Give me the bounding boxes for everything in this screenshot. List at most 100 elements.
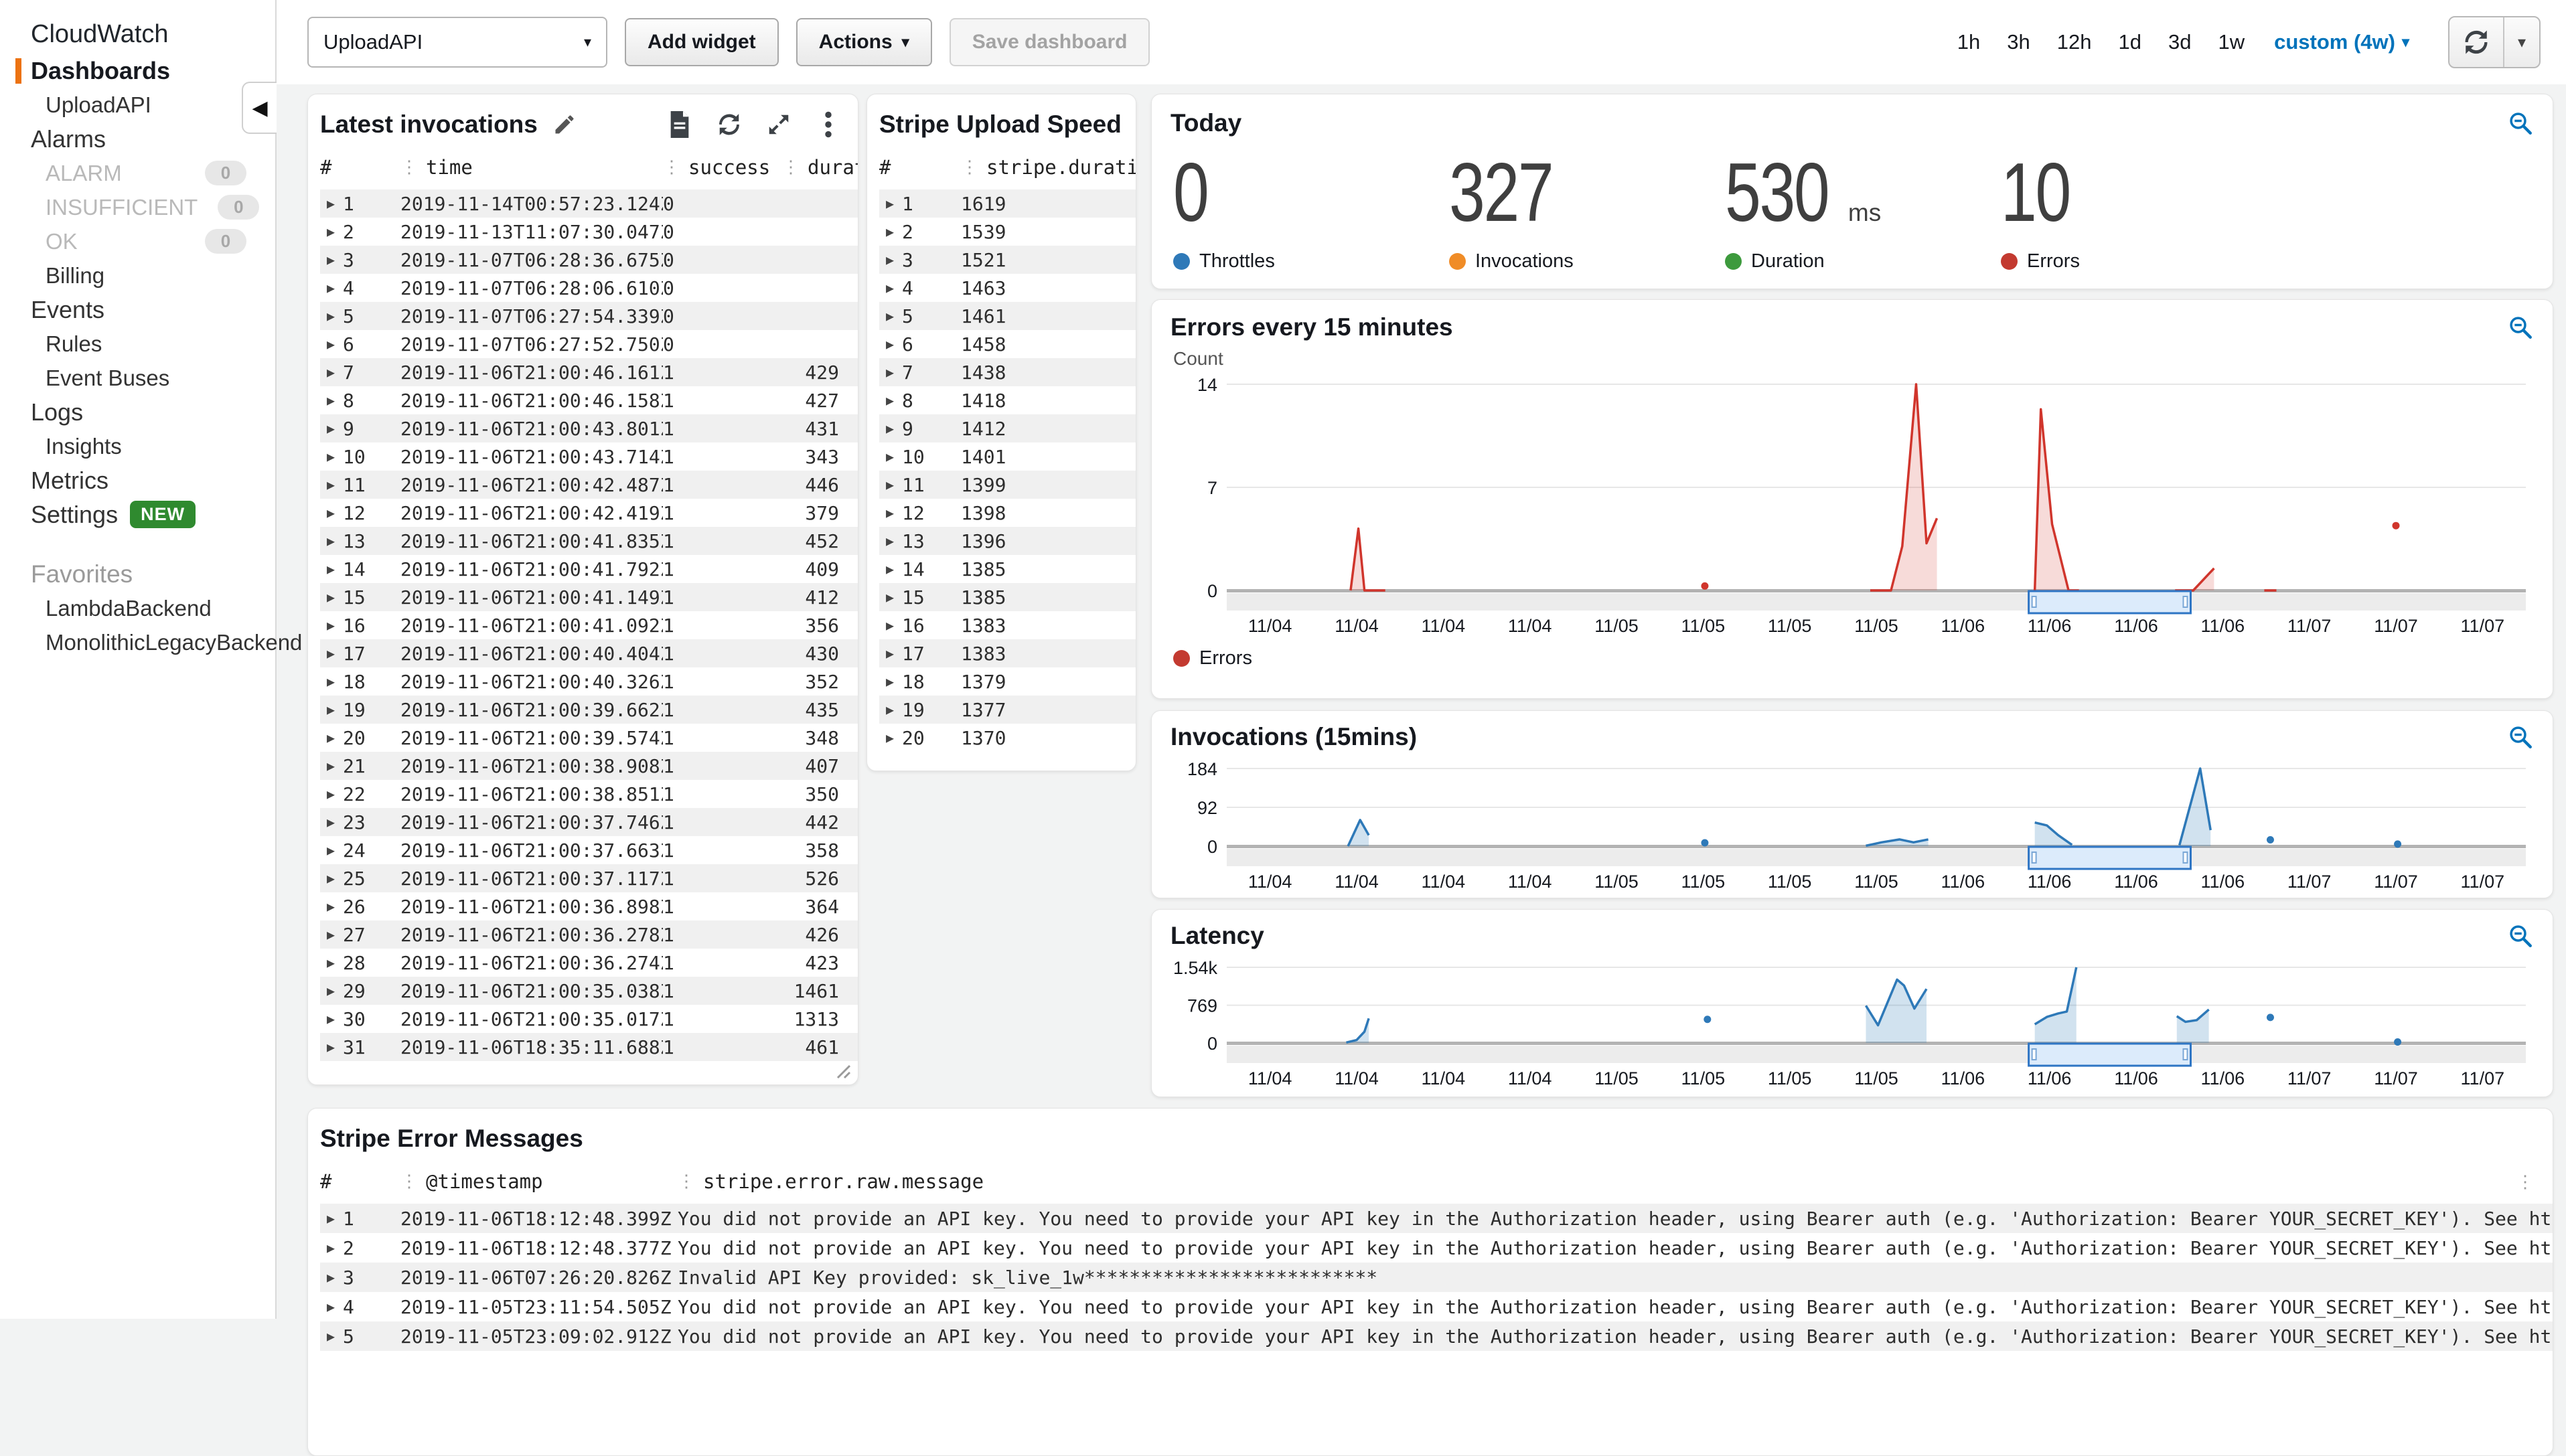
time-brush[interactable] (2028, 1042, 2192, 1067)
row-expand-icon[interactable]: ▶ (886, 392, 894, 408)
invocation-row[interactable]: ▶ 3 2019-11-07T06:28:36.675Z 0 (320, 246, 858, 274)
row-expand-icon[interactable]: ▶ (886, 449, 894, 465)
stripe-upload-row[interactable]: ▶ 16 1383 (879, 611, 1136, 639)
invocation-row[interactable]: ▶ 31 2019-11-06T18:35:11.688Z 1 461 (320, 1033, 858, 1061)
sidebar-item-billing[interactable]: Billing (0, 258, 275, 293)
row-expand-icon[interactable]: ▶ (327, 392, 335, 408)
zoom-out-magnifier-icon[interactable] (2507, 922, 2534, 949)
row-expand-icon[interactable]: ▶ (886, 280, 894, 296)
stripe-upload-row[interactable]: ▶ 2 1539 (879, 218, 1136, 246)
stripe-upload-row[interactable]: ▶ 18 1379 (879, 667, 1136, 696)
row-expand-icon[interactable]: ▶ (327, 308, 335, 324)
time-range-1d[interactable]: 1d (2118, 30, 2141, 54)
row-expand-icon[interactable]: ▶ (327, 1210, 335, 1226)
invocation-row[interactable]: ▶ 2 2019-11-13T11:07:30.047Z 0 (320, 218, 858, 246)
row-expand-icon[interactable]: ▶ (327, 1011, 335, 1027)
stripe-upload-row[interactable]: ▶ 12 1398 (879, 499, 1136, 527)
row-expand-icon[interactable]: ▶ (886, 477, 894, 493)
row-expand-icon[interactable]: ▶ (327, 195, 335, 212)
row-expand-icon[interactable]: ▶ (886, 533, 894, 549)
stripe-upload-row[interactable]: ▶ 13 1396 (879, 527, 1136, 555)
invocation-row[interactable]: ▶ 16 2019-11-06T21:00:41.092Z 1 356 (320, 611, 858, 639)
invocation-row[interactable]: ▶ 20 2019-11-06T21:00:39.574Z 1 348 (320, 724, 858, 752)
stripe-error-row[interactable]: ▶ 4 2019-11-05T23:11:54.505Z You did not pr… (320, 1292, 2553, 1321)
row-expand-icon[interactable]: ▶ (886, 336, 894, 352)
zoom-out-magnifier-icon[interactable] (2507, 314, 2534, 341)
time-range-3h[interactable]: 3h (2007, 30, 2030, 54)
stripe-upload-row[interactable]: ▶ 3 1521 (879, 246, 1136, 274)
invocation-row[interactable]: ▶ 5 2019-11-07T06:27:54.339Z 0 (320, 302, 858, 330)
row-expand-icon[interactable]: ▶ (327, 814, 335, 830)
row-expand-icon[interactable]: ▶ (327, 449, 335, 465)
stripe-upload-row[interactable]: ▶ 5 1461 (879, 302, 1136, 330)
stripe-upload-row[interactable]: ▶ 8 1418 (879, 386, 1136, 414)
stripe-upload-row[interactable]: ▶ 7 1438 (879, 358, 1136, 386)
time-brush[interactable] (2028, 590, 2192, 615)
sidebar-item-event-buses[interactable]: Event Buses (0, 361, 275, 395)
time-scrub-track[interactable] (1227, 1046, 2526, 1063)
row-expand-icon[interactable]: ▶ (327, 280, 335, 296)
stripe-upload-row[interactable]: ▶ 1 1619 (879, 189, 1136, 218)
row-expand-icon[interactable]: ▶ (886, 673, 894, 690)
row-expand-icon[interactable]: ▶ (327, 505, 335, 521)
sidebar-item-dashboards[interactable]: Dashboards (0, 54, 275, 88)
row-expand-icon[interactable]: ▶ (327, 870, 335, 886)
row-expand-icon[interactable]: ▶ (886, 195, 894, 212)
row-expand-icon[interactable]: ▶ (327, 898, 335, 914)
invocation-row[interactable]: ▶ 18 2019-11-06T21:00:40.326Z 1 352 (320, 667, 858, 696)
stripe-upload-row[interactable]: ▶ 10 1401 (879, 442, 1136, 471)
widget-resize-handle[interactable] (831, 1059, 851, 1079)
row-expand-icon[interactable]: ▶ (327, 336, 335, 352)
edit-title-pencil-icon[interactable] (551, 111, 578, 138)
row-expand-icon[interactable]: ▶ (886, 420, 894, 436)
brush-handle-left[interactable] (2031, 596, 2037, 608)
row-expand-icon[interactable]: ▶ (327, 730, 335, 746)
add-widget-button[interactable]: Add widget (625, 18, 779, 66)
invocation-row[interactable]: ▶ 10 2019-11-06T21:00:43.714Z 1 343 (320, 442, 858, 471)
sidebar-item-insufficient[interactable]: INSUFFICIENT 0 (0, 190, 260, 224)
refresh-button[interactable] (2449, 17, 2504, 67)
time-range-12h[interactable]: 12h (2057, 30, 2092, 54)
invocation-row[interactable]: ▶ 9 2019-11-06T21:00:43.801Z 1 431 (320, 414, 858, 442)
row-expand-icon[interactable]: ▶ (327, 926, 335, 943)
invocation-row[interactable]: ▶ 21 2019-11-06T21:00:38.908Z 1 407 (320, 752, 858, 780)
actions-button[interactable]: Actions ▾ (796, 18, 932, 66)
sidebar-collapse-button[interactable]: ◀ (242, 82, 277, 134)
row-expand-icon[interactable]: ▶ (327, 955, 335, 971)
row-expand-icon[interactable]: ▶ (886, 645, 894, 661)
row-expand-icon[interactable]: ▶ (327, 533, 335, 549)
row-expand-icon[interactable]: ▶ (327, 252, 335, 268)
brush-handle-right[interactable] (2182, 1048, 2188, 1060)
invocation-row[interactable]: ▶ 23 2019-11-06T21:00:37.746Z 1 442 (320, 808, 858, 836)
stripe-upload-row[interactable]: ▶ 19 1377 (879, 696, 1136, 724)
row-expand-icon[interactable]: ▶ (886, 730, 894, 746)
row-expand-icon[interactable]: ▶ (327, 842, 335, 858)
stripe-upload-row[interactable]: ▶ 4 1463 (879, 274, 1136, 302)
sidebar-item-events[interactable]: Events (0, 293, 275, 327)
row-expand-icon[interactable]: ▶ (327, 224, 335, 240)
row-expand-icon[interactable]: ▶ (327, 617, 335, 633)
invocation-row[interactable]: ▶ 28 2019-11-06T21:00:36.274Z 1 423 (320, 949, 858, 977)
invocation-row[interactable]: ▶ 27 2019-11-06T21:00:36.278Z 1 426 (320, 920, 858, 949)
time-scrub-track[interactable] (1227, 593, 2526, 611)
invocation-row[interactable]: ▶ 22 2019-11-06T21:00:38.851Z 1 350 (320, 780, 858, 808)
stripe-error-row[interactable]: ▶ 5 2019-11-05T23:09:02.912Z You did not pr… (320, 1321, 2553, 1351)
invocation-row[interactable]: ▶ 8 2019-11-06T21:00:46.158Z 1 427 (320, 386, 858, 414)
refresh-options-button[interactable]: ▾ (2504, 17, 2539, 67)
sidebar-item-rules[interactable]: Rules (0, 327, 275, 361)
zoom-out-magnifier-icon[interactable] (2507, 724, 2534, 750)
sidebar-item-metrics[interactable]: Metrics (0, 463, 275, 497)
row-expand-icon[interactable]: ▶ (327, 645, 335, 661)
invocation-row[interactable]: ▶ 29 2019-11-06T21:00:35.038Z 1 1461 (320, 977, 858, 1005)
sidebar-item-uploadapi[interactable]: UploadAPI (0, 88, 275, 122)
sidebar-item-logs[interactable]: Logs (0, 395, 275, 429)
invocation-row[interactable]: ▶ 12 2019-11-06T21:00:42.419Z 1 379 (320, 499, 858, 527)
sidebar-item-monolithiclegacybackend[interactable]: MonolithicLegacyBackend (0, 625, 302, 659)
invocation-row[interactable]: ▶ 4 2019-11-07T06:28:06.610Z 0 (320, 274, 858, 302)
invocation-row[interactable]: ▶ 11 2019-11-06T21:00:42.487Z 1 446 (320, 471, 858, 499)
row-expand-icon[interactable]: ▶ (327, 589, 335, 605)
stripe-upload-row[interactable]: ▶ 9 1412 (879, 414, 1136, 442)
row-expand-icon[interactable]: ▶ (327, 1299, 335, 1315)
row-expand-icon[interactable]: ▶ (886, 252, 894, 268)
row-expand-icon[interactable]: ▶ (327, 983, 335, 999)
